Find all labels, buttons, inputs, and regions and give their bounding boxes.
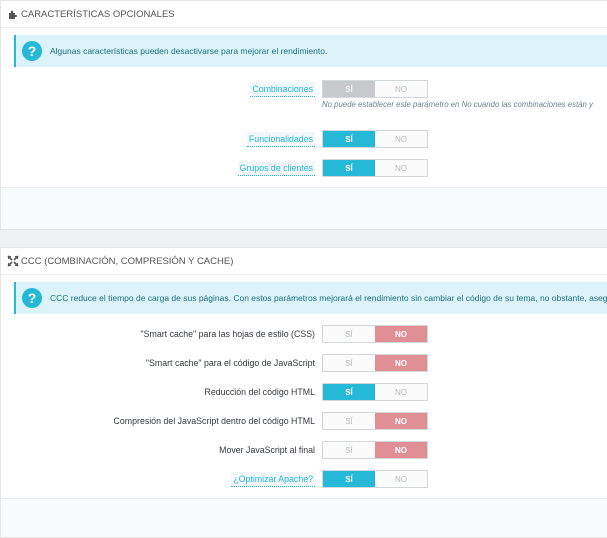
arrows-icon (7, 255, 19, 267)
setting-row-smart-cache-js: "Smart cache" para el código de JavaScri… (1, 354, 607, 372)
svg-text:?: ? (28, 43, 37, 59)
setting-label[interactable]: Combinaciones (250, 82, 315, 97)
smart-cache-js-toggle[interactable]: SÍ NO (322, 354, 428, 372)
info-alert: ? Algunas características pueden desacti… (14, 35, 607, 67)
html-minify-toggle[interactable]: SÍ NO (322, 383, 428, 401)
setting-label[interactable]: ¿Optimizar Apache? (231, 472, 315, 487)
yes-option[interactable]: SÍ (323, 442, 375, 458)
no-option[interactable]: NO (375, 160, 427, 176)
info-text: Algunas características pueden desactiva… (50, 46, 328, 56)
setting-row-combinations: Combinaciones SÍ NO No puede establecer … (1, 80, 607, 109)
panel-footer (1, 498, 607, 537)
no-option[interactable]: NO (375, 384, 427, 400)
question-circle-icon: ? (22, 41, 42, 61)
info-text: CCC reduce el tiempo de carga de sus pág… (50, 293, 607, 303)
panel-header: CARACTERÍSTICAS OPCIONALES (1, 1, 607, 28)
inline-js-compress-toggle[interactable]: SÍ NO (322, 412, 428, 430)
no-option[interactable]: NO (375, 326, 427, 342)
combinations-toggle[interactable]: SÍ NO (322, 80, 428, 98)
optional-features-panel: CARACTERÍSTICAS OPCIONALES ? Algunas car… (0, 0, 607, 230)
optimize-apache-toggle[interactable]: SÍ NO (322, 470, 428, 488)
setting-label: Reducción del código HTML (204, 387, 315, 397)
setting-label: Mover JavaScript al final (219, 445, 315, 455)
setting-label: Compresión del JavaScript dentro del cód… (113, 416, 315, 426)
setting-label[interactable]: Funcionalidades (246, 132, 315, 147)
no-option[interactable]: NO (375, 442, 427, 458)
no-option[interactable]: NO (375, 413, 427, 429)
move-js-end-toggle[interactable]: SÍ NO (322, 441, 428, 459)
setting-row-customer-groups: Grupos de clientes SÍ NO (1, 159, 607, 177)
setting-row-inline-js-compress: Compresión del JavaScript dentro del cód… (1, 412, 607, 430)
setting-row-optimize-apache: ¿Optimizar Apache? SÍ NO (1, 470, 607, 488)
setting-label[interactable]: Grupos de clientes (237, 161, 315, 176)
smart-cache-css-toggle[interactable]: SÍ NO (322, 325, 428, 343)
no-option[interactable]: NO (375, 131, 427, 147)
yes-option[interactable]: SÍ (323, 131, 375, 147)
question-circle-icon: ? (22, 288, 42, 308)
yes-option[interactable]: SÍ (323, 160, 375, 176)
customer-groups-toggle[interactable]: SÍ NO (322, 159, 428, 177)
setting-label: "Smart cache" para las hojas de estilo (… (140, 329, 315, 339)
info-alert: ? CCC reduce el tiempo de carga de sus p… (14, 282, 607, 314)
panel-footer (1, 187, 607, 229)
puzzle-icon (9, 10, 17, 19)
setting-row-html-minify: Reducción del código HTML SÍ NO (1, 383, 607, 401)
yes-option[interactable]: SÍ (323, 326, 375, 342)
yes-option[interactable]: SÍ (323, 384, 375, 400)
panel-title: CCC (COMBINACIÓN, COMPRESIÓN Y CACHE) (21, 255, 234, 267)
features-toggle[interactable]: SÍ NO (322, 130, 428, 148)
yes-option[interactable]: SÍ (323, 471, 375, 487)
help-note: No puede establecer este parámetro en No… (322, 100, 593, 109)
yes-option[interactable]: SÍ (323, 81, 375, 97)
panel-title: CARACTERÍSTICAS OPCIONALES (21, 8, 175, 20)
ccc-panel: CCC (COMBINACIÓN, COMPRESIÓN Y CACHE) ? … (0, 247, 607, 538)
no-option[interactable]: NO (375, 471, 427, 487)
setting-label: "Smart cache" para el código de JavaScri… (145, 358, 315, 368)
setting-row-move-js-end: Mover JavaScript al final SÍ NO (1, 441, 607, 459)
setting-row-smart-cache-css: "Smart cache" para las hojas de estilo (… (1, 325, 607, 343)
setting-row-features: Funcionalidades SÍ NO (1, 130, 607, 148)
yes-option[interactable]: SÍ (323, 355, 375, 371)
yes-option[interactable]: SÍ (323, 413, 375, 429)
svg-text:?: ? (28, 290, 37, 306)
panel-header: CCC (COMBINACIÓN, COMPRESIÓN Y CACHE) (1, 248, 607, 275)
no-option[interactable]: NO (375, 355, 427, 371)
no-option[interactable]: NO (375, 81, 427, 97)
